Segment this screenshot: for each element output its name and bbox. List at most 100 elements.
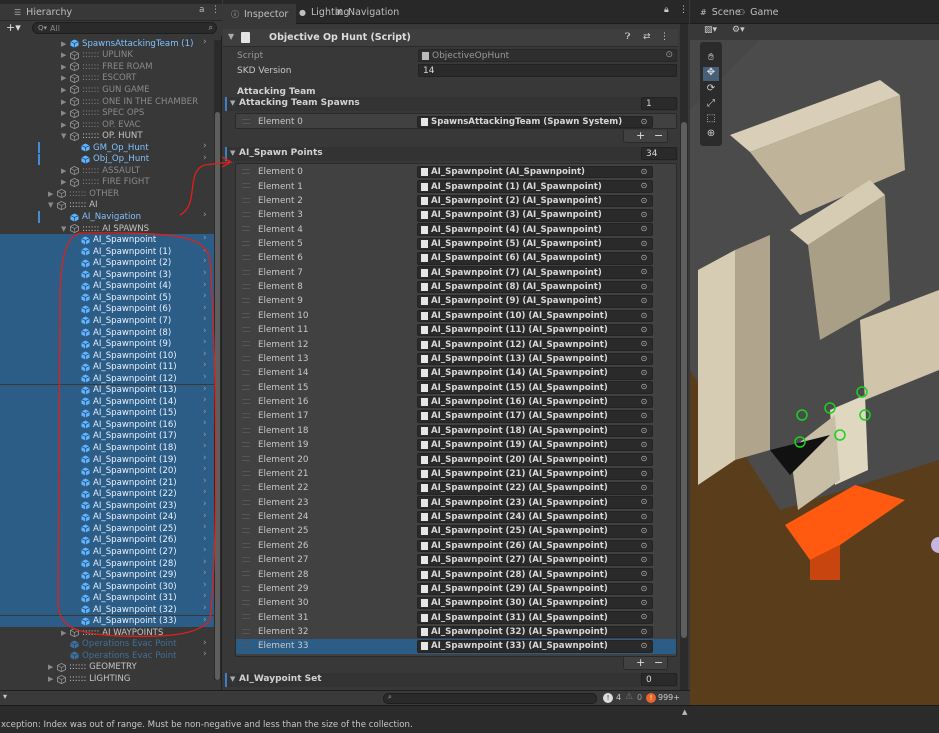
hierarchy-object-item[interactable]: AI_Spawnpoint (6) [72, 304, 171, 316]
info-count-icon[interactable]: ! [603, 693, 613, 703]
hierarchy-object-item[interactable]: AI_Spawnpoint (3) [72, 269, 171, 281]
drag-handle-icon[interactable] [242, 312, 250, 318]
expand-arrow-icon[interactable]: ▶ [61, 51, 70, 59]
tab-inspector[interactable]: ⓘ Inspector [223, 4, 297, 24]
drag-handle-icon[interactable] [242, 556, 250, 562]
array-element-row[interactable]: Element 21 AI_Spawnpoint (21) (AI_Spawnpo… [236, 467, 676, 481]
object-picker-icon[interactable]: ⊙ [639, 569, 649, 578]
object-picker-icon[interactable]: ⊙ [639, 354, 649, 363]
object-picker-icon[interactable]: ⊙ [639, 512, 649, 521]
object-picker-icon[interactable]: ⊙ [639, 454, 649, 463]
prefab-open-chevron-icon[interactable]: › [203, 534, 207, 544]
hierarchy-object-item[interactable]: AI_Spawnpoint (31) [72, 592, 177, 604]
object-reference-field[interactable]: AI_Spawnpoint (31) (AI_Spawnpoint) ⊙ [417, 611, 653, 624]
console-search-input[interactable]: ⌕ [383, 693, 597, 704]
array-element-row[interactable]: Element 24 AI_Spawnpoint (24) (AI_Spawnpo… [236, 510, 676, 524]
drag-handle-icon[interactable] [242, 585, 250, 591]
object-reference-field[interactable]: AI_Spawnpoint (6) (AI_Spawnpoint) ⊙ [417, 252, 653, 265]
object-picker-icon[interactable]: ⊙ [639, 339, 649, 348]
inspector-scrollbar-thumb[interactable] [681, 122, 687, 638]
hierarchy-object-item[interactable]: AI_Spawnpoint (16) [72, 419, 177, 431]
prefab-open-chevron-icon[interactable]: › [203, 372, 207, 382]
object-reference-field[interactable]: AI_Spawnpoint (21) (AI_Spawnpoint) ⊙ [417, 467, 653, 481]
object-reference-field[interactable]: AI_Spawnpoint (30) (AI_Spawnpoint) ⊙ [417, 596, 653, 610]
object-picker-icon[interactable]: ⊙ [639, 641, 649, 650]
expand-arrow-icon[interactable]: ▶ [61, 63, 70, 71]
hierarchy-object-item[interactable]: AI_Spawnpoint (25) [72, 523, 177, 535]
hierarchy-group-item[interactable]: ▶:::::: FIRE FIGHT [61, 177, 150, 189]
prefab-open-chevron-icon[interactable]: › [203, 233, 207, 243]
hierarchy-group-item[interactable]: ▶:::::: OP. EVAC [61, 119, 141, 131]
prefab-open-chevron-icon[interactable]: › [203, 453, 207, 463]
prefab-open-chevron-icon[interactable]: › [203, 360, 207, 370]
hierarchy-scrollbar[interactable] [214, 40, 221, 680]
array-element-row[interactable]: Element 28 AI_Spawnpoint (28) (AI_Spawnpo… [236, 567, 676, 581]
lock-icon[interactable]: a [199, 5, 205, 15]
drag-handle-icon[interactable] [242, 269, 250, 275]
ai-spawn-points-foldout[interactable]: ▼ AI_Spawn Points [225, 147, 678, 161]
object-reference-field[interactable]: AI_Spawnpoint (2) (AI_Spawnpoint) ⊙ [417, 194, 653, 208]
drag-handle-icon[interactable] [242, 212, 250, 218]
scroll-up-icon[interactable]: ▲ [682, 708, 687, 716]
hierarchy-object-item[interactable]: AI_Spawnpoint (8) [72, 327, 171, 339]
object-picker-icon[interactable]: ⊙ [639, 584, 649, 593]
expand-arrow-icon[interactable]: ▶ [61, 167, 70, 175]
object-picker-icon[interactable]: ⊙ [639, 253, 649, 262]
object-reference-field[interactable]: AI_Spawnpoint (27) (AI_Spawnpoint) ⊙ [417, 553, 653, 567]
object-picker-icon[interactable]: ⊙ [639, 267, 649, 276]
prefab-open-chevron-icon[interactable]: › [203, 337, 207, 347]
object-reference-field[interactable]: AI_Spawnpoint (33) (AI_Spawnpoint) ⊙ [417, 640, 653, 653]
hierarchy-object-item[interactable]: AI_Spawnpoint (28) [72, 558, 177, 570]
hierarchy-object-item[interactable]: Obj_Op_Hunt [72, 154, 149, 166]
hierarchy-object-item[interactable]: AI_Spawnpoint (15) [72, 408, 177, 420]
attacking-spawns-size-field[interactable]: 1 [641, 97, 677, 110]
hierarchy-object-item[interactable]: AI_Spawnpoint (21) [72, 477, 177, 489]
prefab-open-chevron-icon[interactable]: › [203, 441, 207, 451]
prefab-open-chevron-icon[interactable]: › [203, 487, 207, 497]
gizmo-dropdown[interactable]: ⚙▾ [732, 25, 756, 37]
object-picker-icon[interactable]: ⊙ [639, 555, 649, 564]
array-element-row[interactable]: Element 30 AI_Spawnpoint (30) (AI_Spawnpo… [236, 596, 676, 610]
create-button[interactable]: +▾ [6, 21, 21, 34]
prefab-open-chevron-icon[interactable]: › [203, 210, 207, 220]
ai-waypoint-foldout[interactable]: ▼ AI_Waypoint Set [225, 673, 678, 687]
prefab-open-chevron-icon[interactable]: › [203, 638, 207, 648]
prefab-open-chevron-icon[interactable]: › [203, 291, 207, 301]
prefab-open-chevron-icon[interactable]: › [203, 326, 207, 336]
array-element-row[interactable]: Element 15 AI_Spawnpoint (15) (AI_Spawnpo… [236, 381, 676, 395]
object-picker-icon[interactable]: ⊙ [639, 526, 649, 535]
array-element-row[interactable]: Element 5 AI_Spawnpoint (5) (AI_Spawnpoin… [236, 237, 676, 251]
hierarchy-group-item[interactable]: ▶:::::: ONE IN THE CHAMBER [61, 96, 198, 108]
preset-icon[interactable]: ⇄ [643, 32, 651, 42]
component-menu-icon[interactable]: ⋮ [660, 32, 669, 42]
drag-handle-icon[interactable] [242, 470, 250, 476]
inspector-more-icon[interactable]: ⋮ [679, 5, 688, 15]
object-picker-icon[interactable]: ⊙ [665, 50, 673, 60]
object-reference-field[interactable]: AI_Spawnpoint (32) (AI_Spawnpoint) ⊙ [417, 625, 653, 639]
prefab-open-chevron-icon[interactable]: › [203, 615, 207, 625]
hierarchy-group-item[interactable]: ▶:::::: FREE ROAM [61, 61, 153, 73]
expand-arrow-icon[interactable]: ▶ [61, 74, 70, 82]
expand-arrow-icon[interactable]: ▶ [61, 178, 70, 186]
hierarchy-group-item[interactable]: ▶:::::: ASSAULT [61, 165, 140, 177]
prefab-open-chevron-icon[interactable]: › [203, 476, 207, 486]
warning-icon[interactable]: ⚠︎ [625, 692, 633, 702]
error-message[interactable]: xception: Index was out of range. Must b… [1, 720, 413, 730]
object-reference-field[interactable]: AI_Spawnpoint (12) (AI_Spawnpoint) ⊙ [417, 338, 653, 351]
object-picker-icon[interactable]: ⊙ [639, 627, 649, 636]
hierarchy-object-item[interactable]: GM_Op_Hunt [72, 142, 149, 154]
object-picker-icon[interactable]: ⊙ [639, 282, 649, 291]
expand-arrow-icon[interactable]: ▶ [61, 121, 70, 129]
tab-navigation[interactable]: ⌘ Navigation [327, 0, 407, 24]
array-element-row[interactable]: Element 27 AI_Spawnpoint (27) (AI_Spawnpo… [236, 553, 676, 567]
hierarchy-group-item[interactable]: ▼:::::: AI [48, 200, 98, 212]
object-picker-icon[interactable]: ⊙ [639, 440, 649, 449]
object-picker-icon[interactable]: ⊙ [639, 296, 649, 305]
prefab-open-chevron-icon[interactable]: › [203, 245, 207, 255]
drag-handle-icon[interactable] [242, 427, 250, 433]
expand-arrow-icon[interactable]: ▶ [48, 663, 57, 671]
prefab-open-chevron-icon[interactable]: › [203, 256, 207, 266]
object-reference-field[interactable]: AI_Spawnpoint (11) (AI_Spawnpoint) ⊙ [417, 323, 653, 337]
hierarchy-group-item[interactable]: ▼:::::: AI SPAWNS [61, 223, 149, 235]
expand-arrow-icon[interactable]: ▶ [61, 98, 70, 106]
